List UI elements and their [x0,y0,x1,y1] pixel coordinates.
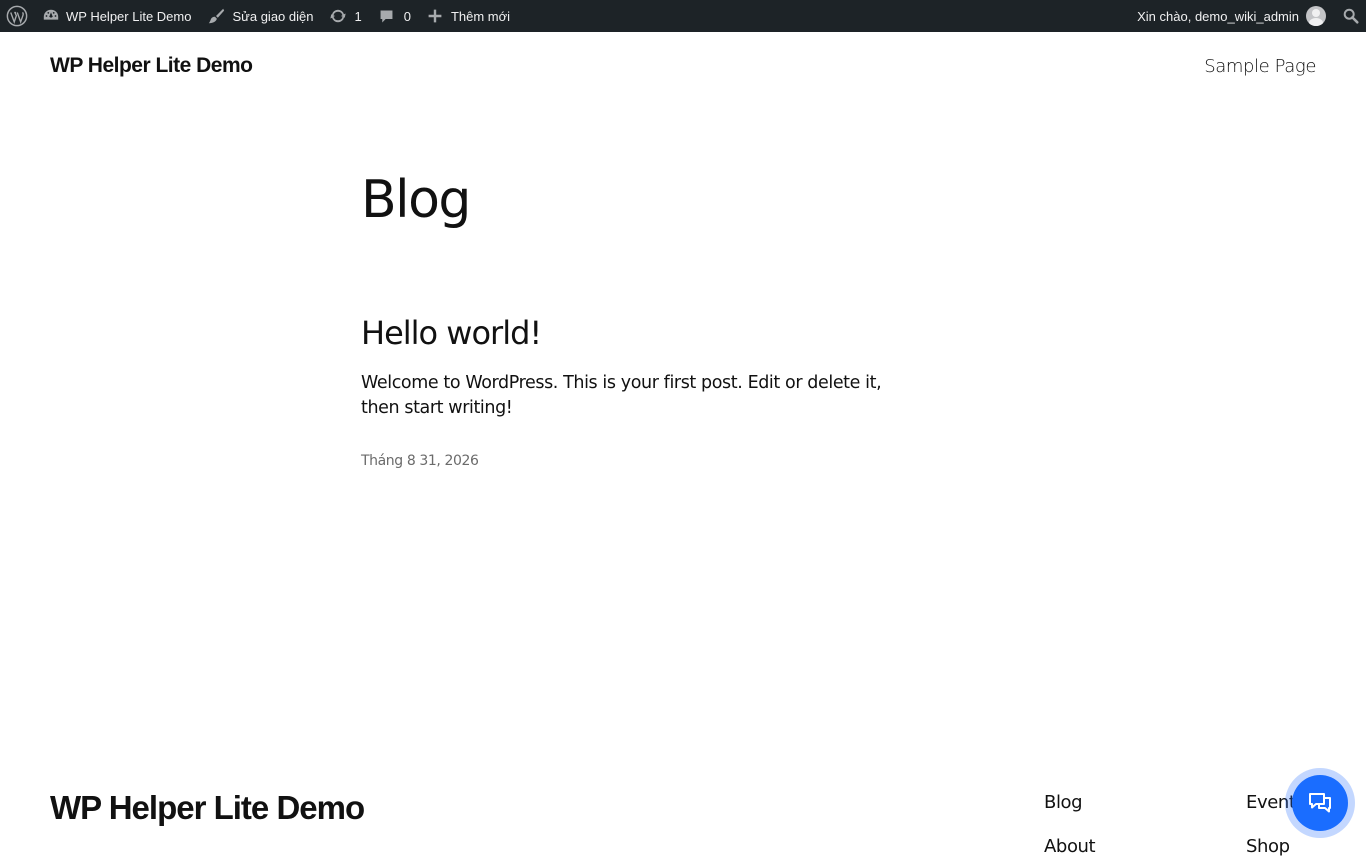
post-date: Tháng 8 31, 2026 [361,453,479,469]
customize-label: Sửa giao diện [232,8,314,24]
customize-link[interactable]: Sửa giao diện [199,0,321,32]
dashboard-icon [43,9,59,20]
search-icon [1343,8,1359,24]
updates-link[interactable]: 1 [321,0,369,32]
greeting-label: Xin chào, demo_wiki_admin [1137,8,1299,24]
admin-bar: WP Helper Lite Demo Sửa giao diện 1 0 Th… [0,0,1366,32]
footer-link-shop[interactable]: Shop [1246,836,1290,857]
new-content-label: Thêm mới [450,8,511,24]
chat-button[interactable] [1292,775,1348,831]
header-navigation: Sample Page [1204,56,1316,77]
admin-search-button[interactable] [1334,0,1366,32]
site-name-label: WP Helper Lite Demo [66,8,192,24]
comment-icon [380,10,393,22]
wordpress-logo-menu[interactable] [0,0,34,32]
wordpress-logo-icon [6,5,28,27]
chat-icon [1309,793,1331,813]
nav-item-sample-page[interactable]: Sample Page [1204,56,1316,77]
plus-icon [428,9,442,23]
footer-site-title-link[interactable]: WP Helper Lite Demo [50,789,365,827]
footer-link-blog[interactable]: Blog [1044,792,1083,813]
avatar [1306,6,1326,26]
site-title-link[interactable]: WP Helper Lite Demo [50,54,253,78]
updates-count: 1 [354,8,362,24]
brush-icon [209,8,225,24]
comments-count: 0 [403,8,411,24]
post-excerpt: Welcome to WordPress. This is your first… [361,373,882,418]
new-content-menu[interactable]: Thêm mới [419,0,518,32]
footer-link-about[interactable]: About [1044,836,1096,857]
updates-icon [330,9,347,23]
site-name-menu[interactable]: WP Helper Lite Demo [34,0,199,32]
page-title: Blog [361,170,471,230]
post-title-link[interactable]: Hello world! [361,314,542,352]
comments-link[interactable]: 0 [370,0,419,32]
my-account-menu[interactable]: Xin chào, demo_wiki_admin [1129,0,1334,32]
